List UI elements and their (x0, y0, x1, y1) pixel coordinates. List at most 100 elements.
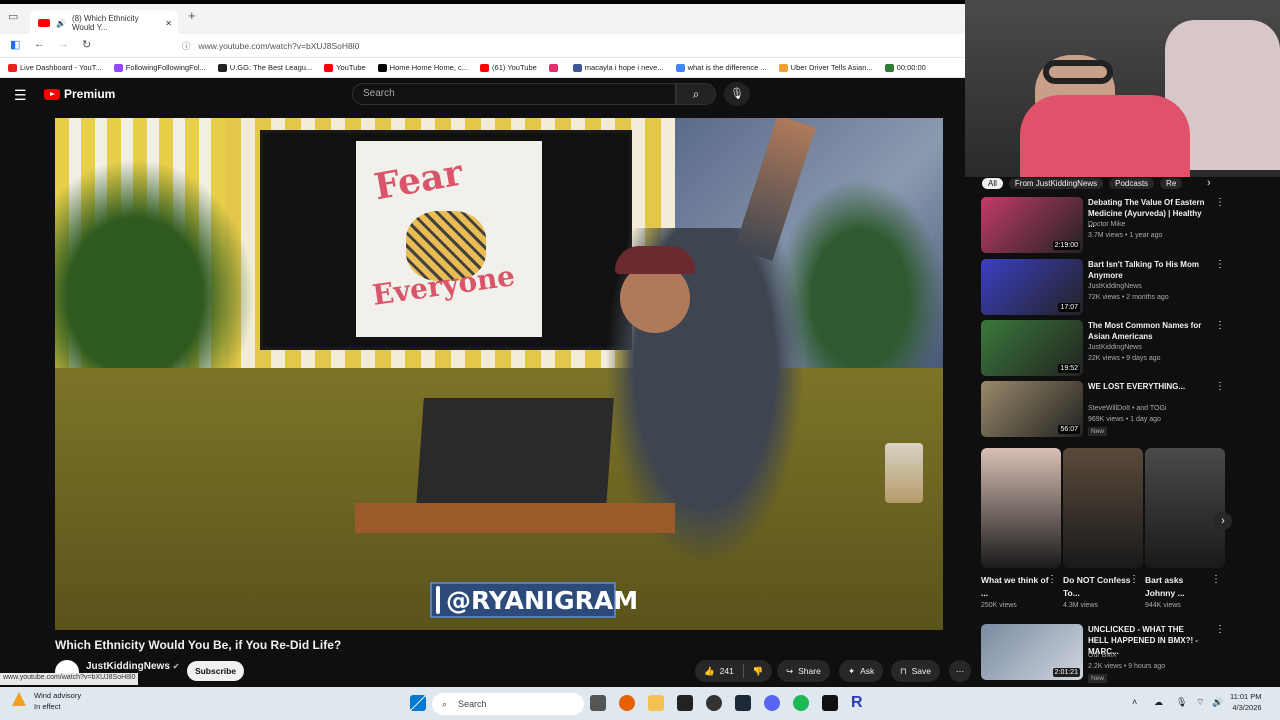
search-input[interactable]: Search (352, 83, 676, 105)
bookmark-item[interactable]: U.GG: The Best Leagu... (217, 63, 312, 72)
more-options-icon[interactable]: ⋮ (1211, 574, 1221, 585)
url-field[interactable]: ⓘ www.youtube.com/watch?v=bXUJ8SoH8l0 (176, 37, 956, 55)
more-options-icon[interactable]: ⋮ (1215, 320, 1225, 331)
filter-chip[interactable]: All (982, 177, 1003, 189)
share-button[interactable]: ↪ Share (777, 660, 830, 682)
thumbnail[interactable]: 17:07 (981, 259, 1083, 315)
duration: 56:07 (1058, 425, 1080, 434)
handle-text: @RYANIGRAM (446, 585, 639, 615)
bookmark-item[interactable]: Home Home Home, c... (377, 63, 468, 72)
filter-chip[interactable]: Podcasts (1109, 177, 1155, 189)
recommendation-card[interactable]: 17:07 Bart Isn't Talking To His Mom Anymo… (981, 259, 1226, 317)
bookmark-item[interactable]: Live Dashboard - YouT... (8, 63, 102, 72)
bookmark-item[interactable]: what is the difference ... (675, 63, 767, 72)
recommendation-card[interactable]: 56:07 WE LOST EVERYTHING... SteveWillDoIt … (981, 381, 1226, 439)
chips-next-icon[interactable]: › (1207, 177, 1211, 189)
recommendation-channel[interactable]: JustKiddingNews (1088, 344, 1142, 351)
filter-chip[interactable]: Re (1160, 177, 1183, 189)
thumbs-down-icon[interactable]: 👎 (753, 666, 764, 677)
youtube-header: ☰ Premium Search ⌕ 🎙 (0, 78, 965, 114)
file-explorer-icon[interactable] (648, 695, 664, 711)
menu-icon[interactable]: ☰ (14, 87, 27, 104)
bookmark-item[interactable]: FollowingFollowingFol... (113, 63, 206, 72)
recommendation-channel[interactable]: Doctor Mike (1088, 221, 1125, 228)
channel-name[interactable]: JustKiddingNews ✔ (86, 661, 179, 672)
recommendation-last[interactable]: 2:01:21 UNCLICKED - WHAT THE HELL HAPPEN… (981, 624, 1226, 683)
short-title[interactable]: Bart asks Johnny ... (1145, 574, 1215, 600)
firefox-icon[interactable] (619, 695, 635, 711)
short-title[interactable]: What we think of ... (981, 574, 1051, 600)
ask-button[interactable]: ✦ Ask (839, 660, 884, 682)
capcut-icon[interactable] (677, 695, 693, 711)
recommendation-card[interactable]: 2:19:00 Debating The Value Of Eastern Med… (981, 197, 1226, 255)
recommendation-channel[interactable]: SteveWillDoIt • and TOGi (1088, 405, 1166, 412)
recommendation-title[interactable]: The Most Common Names for Asian American… (1088, 320, 1206, 342)
more-options-icon[interactable]: ⋮ (1047, 574, 1057, 585)
shorts-next-icon[interactable]: › (1214, 512, 1232, 530)
like-button[interactable]: 👍 241 👎 (695, 660, 773, 682)
thumbnail[interactable]: 2:01:21 (981, 624, 1083, 680)
audio-icon[interactable]: 🔊 (56, 19, 66, 28)
bookmark-label: what is the difference ... (687, 63, 767, 72)
more-options-icon[interactable]: ⋮ (1215, 624, 1225, 635)
more-options-icon[interactable]: ⋮ (1215, 381, 1225, 392)
recommendation-channel[interactable]: Our BMX (1088, 652, 1117, 659)
recommendation-channel[interactable]: JustKiddingNews (1088, 283, 1142, 290)
bookmark-item[interactable]: (61) YouTube (480, 63, 537, 72)
weather-widget[interactable]: Wind advisory In effect (12, 690, 81, 712)
more-actions-button[interactable]: ⋯ (949, 660, 971, 682)
short-title[interactable]: Do NOT Confess To... (1063, 574, 1133, 600)
more-options-icon[interactable]: ⋮ (1215, 197, 1225, 208)
back-icon[interactable]: ← (34, 38, 45, 50)
short-thumbnail[interactable] (1145, 448, 1225, 568)
tab-actions-icon[interactable]: ▭ (8, 10, 18, 23)
more-options-icon[interactable]: ⋮ (1129, 574, 1139, 585)
recommendation-title[interactable]: Bart Isn't Talking To His Mom Anymore (1088, 259, 1206, 281)
recommendation-title[interactable]: WE LOST EVERYTHING... (1088, 381, 1206, 392)
start-icon[interactable] (410, 695, 426, 711)
short-thumbnail[interactable] (981, 448, 1061, 568)
new-tab-button[interactable]: + (188, 8, 196, 23)
table (355, 503, 675, 533)
wifi-icon[interactable]: ⌔ (1196, 697, 1204, 708)
bookmark-item[interactable]: macayla i hope i neve... (572, 63, 664, 72)
more-options-icon[interactable]: ⋮ (1215, 259, 1225, 270)
steam-icon[interactable] (735, 695, 751, 711)
bookmark-item[interactable]: 00:00:00 (884, 63, 926, 72)
volume-icon[interactable]: 🔊 (1212, 697, 1223, 708)
bookmark-item[interactable] (548, 63, 561, 72)
site-info-icon[interactable]: ⓘ (182, 40, 191, 52)
recommendation-card[interactable]: 19:52 The Most Common Names for Asian Ame… (981, 320, 1226, 378)
bookmark-item[interactable]: Uber Driver Tells Asian... (778, 63, 873, 72)
thumbnail[interactable]: 2:19:00 (981, 197, 1083, 253)
new-badge: New (1088, 674, 1108, 683)
refresh-icon[interactable]: ↻ (82, 38, 91, 51)
network-icon[interactable]: ☁ (1154, 697, 1163, 708)
task-view-icon[interactable] (590, 695, 606, 711)
tab-close-icon[interactable]: ✕ (165, 19, 172, 28)
mic-tray-icon[interactable]: 🎙 (1176, 697, 1187, 708)
clock[interactable]: 11:01 PM 4/3/2026 (1230, 691, 1262, 713)
youtube-logo[interactable]: Premium (44, 87, 115, 101)
notion-icon[interactable] (822, 695, 838, 711)
spotify-icon[interactable] (793, 695, 809, 711)
forward-icon[interactable]: → (58, 38, 69, 50)
save-button[interactable]: ⊓ Save (891, 660, 941, 682)
browser-tab[interactable]: 🔊 (8) Which Ethnicity Would Y... ✕ (30, 10, 178, 36)
collections-icon[interactable]: ◧ (10, 38, 20, 51)
filter-chip[interactable]: From JustKiddingNews (1008, 177, 1104, 189)
bookmark-item[interactable]: YouTube (324, 63, 366, 72)
tray-overflow-icon[interactable]: ˄ (1132, 697, 1137, 707)
poster: Fear Everyone (356, 141, 542, 337)
obs-icon[interactable] (706, 695, 722, 711)
search-button[interactable]: ⌕ (676, 83, 716, 105)
discord-icon[interactable] (764, 695, 780, 711)
riot-icon[interactable]: R (851, 695, 867, 711)
subscribe-button[interactable]: Subscribe (187, 661, 244, 681)
video-player[interactable]: Fear Everyone (55, 118, 943, 630)
thumbnail[interactable]: 56:07 (981, 381, 1083, 437)
thumbnail[interactable]: 19:52 (981, 320, 1083, 376)
voice-search-button[interactable]: 🎙 (724, 82, 750, 106)
taskbar-search[interactable]: ⌕ Search (432, 693, 584, 715)
short-thumbnail[interactable] (1063, 448, 1143, 568)
